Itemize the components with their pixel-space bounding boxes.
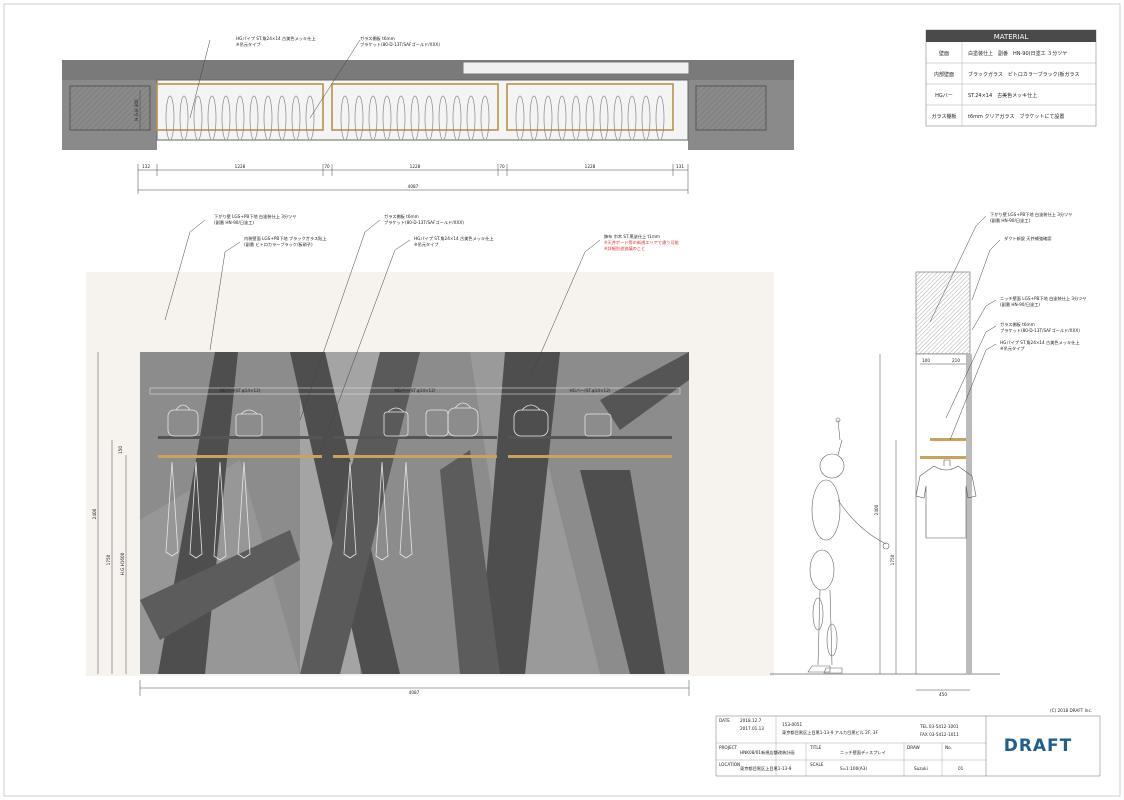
elev-note-4b: ※吊元タイプ xyxy=(414,241,439,248)
plan-note-2a: ガラス棚板 t6mm xyxy=(360,35,395,42)
elev-dim-height: 2400 xyxy=(92,508,97,519)
section-dim-210: 210 xyxy=(952,358,960,363)
mannequin-figure xyxy=(807,417,890,674)
tb-postcode: 153-0051 xyxy=(782,722,802,727)
tb-title-label: TITLE xyxy=(809,745,822,750)
tb-sheet-no: 01 xyxy=(958,766,964,771)
section-note-1a: 下がり壁 LGS+PB下地 白塗装仕上 3分ツヤ xyxy=(990,211,1072,218)
tb-date-2: 2017.01.13 xyxy=(740,726,764,731)
plan-note-1b: ※吊元タイプ xyxy=(236,41,261,48)
tb-scale-label: SCALE xyxy=(810,762,824,767)
elev-dim-hg: H.G.H1600 xyxy=(120,552,125,575)
elev-dim-1750: 1750 xyxy=(106,554,111,565)
elevation-drawing: 132 1228 70 1228 70 1228 131 4087 H.G.H.… xyxy=(3,3,1121,797)
drawing-sheet: 132 1228 70 1228 70 1228 131 4087 H.G.H.… xyxy=(0,0,1124,800)
section-note-2a: ダクト新設 天井補強確認 xyxy=(1004,235,1052,242)
elev-hg-3: HGバー(ST.φ14×12) xyxy=(569,388,610,393)
elev-note-1b: (副番 HN-90/日塗工) xyxy=(214,219,254,226)
tb-project-label: PROJECT xyxy=(719,745,738,750)
section-note-1b: (副番 HN-90/日塗工) xyxy=(990,217,1030,224)
tb-author: Suzuki xyxy=(914,766,928,771)
title-block: (C) 2018 DRAFT Inc. DATE 2018.12.7 2017.… xyxy=(715,708,1101,777)
tb-fax: FAX 03-5412-1011 xyxy=(920,732,959,737)
elev-note-3b: ブラケット(80-D-13T/SAFゴールド/XXX) xyxy=(384,219,464,226)
elev-note-2a: 内装壁面 LGS+PB下地 ブラックガラス貼上 xyxy=(244,235,327,242)
tb-no-label: No. xyxy=(945,745,952,750)
plan-dim-total: 4087 xyxy=(408,184,419,189)
section-note-5b: ※吊元タイプ xyxy=(1000,345,1025,352)
plan-dim-2: 1228 xyxy=(235,164,246,169)
tb-title: ニッチ壁面ディスプレイ xyxy=(840,749,886,756)
plan-note-2b: ブラケット(80-D-13T/SAFゴールド/XXX) xyxy=(360,41,440,48)
copyright-text: (C) 2018 DRAFT Inc. xyxy=(1050,708,1092,713)
section-note-3b: (副番 HN-90/日塗工) xyxy=(1000,301,1040,308)
material-val-2: ブラックガラス ビトロカラーブラック(板ガラス xyxy=(968,71,1079,78)
material-val-4: t6mm クリアガラス ブラケットにて設置 xyxy=(968,113,1064,120)
tb-address: 東京都目黒区上目黒1-13-9 アルカ目黒ビル 2F, 3F xyxy=(782,729,879,736)
plan-depth-label: H.G.H.300 xyxy=(134,99,139,121)
front-elevation: 4087 2400 1750 H.G.H1600 150 HGバー(ST.φ14… xyxy=(86,213,774,696)
elev-note-5a: 飾布 巾木 ST.黒塗仕上 t1mm xyxy=(604,233,660,240)
material-table: MATERIAL 壁面 白塗装仕上 副番 HN-90(日塗工 ３分ツヤ 内部壁面… xyxy=(925,29,1097,127)
plan-dim-5: 70 xyxy=(499,164,505,169)
material-key-1: 壁面 xyxy=(939,50,949,57)
tb-project: HNK08/01新規店舗改装計画 xyxy=(740,749,795,756)
elev-dim-total: 4087 xyxy=(409,690,420,695)
material-val-1: 白塗装仕上 副番 HN-90(日塗工 ３分ツヤ xyxy=(968,50,1067,57)
elev-note-4a: HGパイプ ST.角24×14 古美色メッキ仕上 xyxy=(414,235,494,242)
plan-dim-4: 1228 xyxy=(410,164,421,169)
section-dim-depth: 450 xyxy=(939,692,947,697)
draft-logo: DRAFT xyxy=(1004,736,1073,756)
section-note-4b: ブラケット(80-D-13T/SAFゴールド/XXX) xyxy=(1000,327,1080,334)
elev-note-1a: 下がり壁 LGS+PB下地 白塗装仕上 3分ツヤ xyxy=(214,213,296,220)
section-note-4a: ガラス棚板 t6mm xyxy=(1000,321,1035,328)
section-note-5a: HGパイプ ST.角24×14 古美色メッキ仕上 xyxy=(1000,339,1080,346)
elev-note-5c: ※詳細別途協議のこと xyxy=(604,245,645,252)
material-title: MATERIAL xyxy=(994,33,1029,41)
section-note-3a: ニッチ壁面 LGS+PB下地 白塗装仕上 3分ツヤ xyxy=(1000,295,1087,302)
plan-view: 132 1228 70 1228 70 1228 131 4087 H.G.H.… xyxy=(62,35,794,194)
elev-note-3a: ガラス棚板 t6mm xyxy=(384,213,419,220)
tb-date-label: DATE xyxy=(719,718,730,723)
tb-location-label: LOCATION xyxy=(719,762,740,767)
plan-dim-1: 132 xyxy=(142,164,150,169)
elev-note-5b: ※天井ボード等の新規エリアで違う可能 xyxy=(604,239,680,246)
tb-date-1: 2018.12.7 xyxy=(740,718,762,723)
elev-note-2b: (副番 ビトロカラーブラック/板硝子) xyxy=(244,241,313,248)
section-dim-height: 2400 xyxy=(874,504,879,515)
tb-location: 東京都目黒区上目黒1-13-9 xyxy=(740,765,792,772)
material-key-2: 内部壁面 xyxy=(934,71,954,78)
plan-dim-7: 131 xyxy=(676,164,684,169)
plan-dim-6: 1228 xyxy=(585,164,596,169)
section-view: 450 2400 1750 100 210 下がり壁 LGS+PB下地 白塗装仕… xyxy=(770,211,1087,697)
elev-hg-1: HGバー(ST.φ14×12) xyxy=(219,388,260,393)
section-dim-100: 100 xyxy=(922,358,930,363)
plan-dim-3: 70 xyxy=(324,164,330,169)
tb-draw-label: DRAW xyxy=(907,745,920,750)
plan-note-1a: HGパイプ ST.角24×14 古美色メッキ仕上 xyxy=(236,35,316,42)
material-val-3: ST.24×14 古美色メッキ仕上 xyxy=(968,92,1037,99)
material-key-4: ガラス棚板 xyxy=(932,113,957,120)
elev-hg-2: HGバー(ST.φ14×12) xyxy=(394,388,435,393)
section-dim-1750: 1750 xyxy=(890,554,895,565)
material-key-3: HGバー xyxy=(935,93,953,99)
tb-tel: TEL 03-5412-1001 xyxy=(919,724,959,729)
elev-dim-150: 150 xyxy=(118,446,123,454)
tb-scale: S=1:100(A3) xyxy=(840,766,867,771)
